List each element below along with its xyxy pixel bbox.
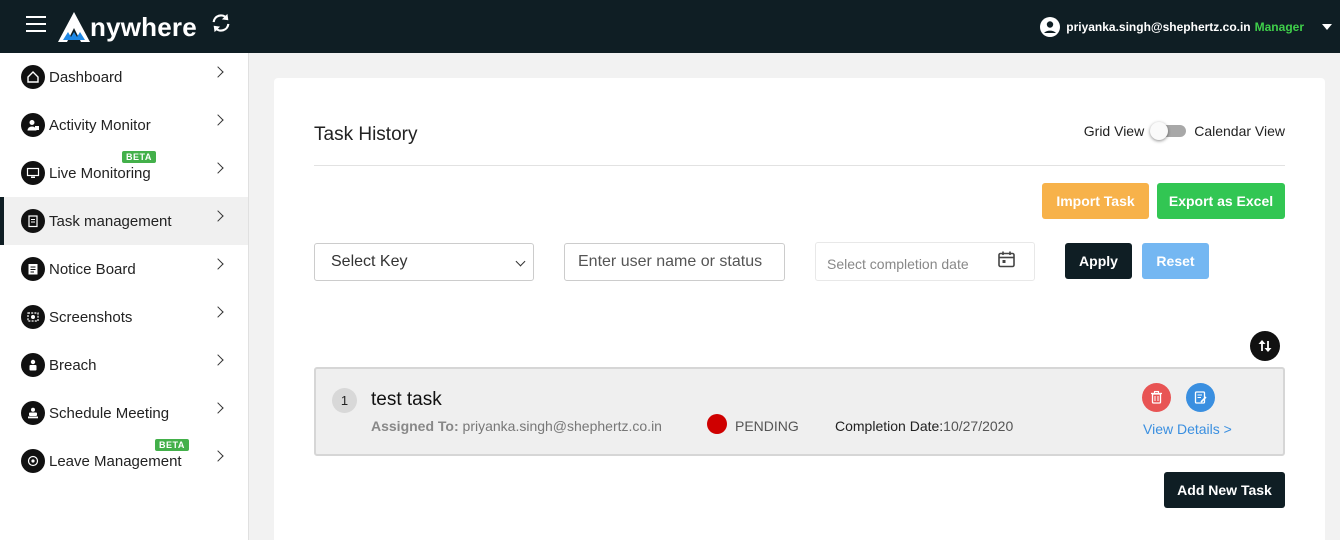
view-details-link[interactable]: View Details > [1143,421,1232,437]
sidebar-item-label: Leave Management [49,452,182,470]
user-email: priyanka.singh@shephertz.co.in [1066,19,1251,34]
chevron-right-icon [212,162,224,174]
live-monitor-icon [21,161,45,185]
sidebar-item-leave-management[interactable]: Leave Management BETA [0,437,248,485]
sort-icon[interactable] [1250,331,1280,361]
meeting-icon [21,401,45,425]
divider [314,165,1285,166]
sidebar-item-label: Live Monitoring [49,164,151,182]
reset-button[interactable]: Reset [1142,243,1209,279]
sidebar-item-breach[interactable]: Breach [0,341,248,389]
edit-icon[interactable] [1186,383,1215,412]
sidebar-item-task-management[interactable]: Task management [0,197,248,245]
completion-date-picker[interactable]: Select completion date [815,242,1035,281]
chevron-right-icon [212,114,224,126]
view-switch[interactable] [1150,122,1187,140]
trash-icon [1151,390,1162,404]
sidebar-item-notice-board[interactable]: Notice Board [0,245,248,293]
switch-thumb [1150,122,1169,140]
home-icon [21,65,45,89]
calendar-icon[interactable] [997,250,1016,269]
chevron-right-icon [212,450,224,462]
chevron-right-icon [212,306,224,318]
completion-date-value: 10/27/2020 [943,418,1014,434]
user-menu[interactable]: priyanka.singh@shephertz.co.in Manager [1040,0,1340,53]
select-key-value: Select Key [331,253,408,270]
chevron-right-icon [212,354,224,366]
sidebar-item-label: Activity Monitor [49,116,151,134]
add-new-task-button[interactable]: Add New Task [1164,472,1285,508]
app-logo: nywhere [57,4,197,44]
clipboard-icon [21,209,45,233]
assigned-label: Assigned To: [371,418,459,434]
chevron-right-icon [212,210,224,222]
calendar-view-label: Calendar View [1194,123,1285,139]
sidebar-item-label: Schedule Meeting [49,404,170,422]
assigned-email: priyanka.singh@shephertz.co.in [462,418,662,434]
sidebar-item-activity-monitor[interactable]: Activity Monitor [0,101,248,149]
menu-icon[interactable] [26,16,46,32]
top-bar: nywhere priyanka.singh@shephertz.co.in M… [0,0,1340,53]
chevron-right-icon [212,66,224,78]
swap-vertical-icon [1258,340,1272,352]
task-completion-date: Completion Date:10/27/2020 [835,418,1013,434]
beta-badge: BETA [155,439,189,451]
export-excel-button[interactable]: Export as Excel [1157,183,1285,219]
sidebar-item-label: Screenshots [49,308,133,326]
chevron-right-icon [212,402,224,414]
page-title: Task History [314,124,418,145]
sidebar-item-label: Task management [49,212,172,230]
sync-icon[interactable] [210,12,232,34]
task-number: 1 [332,388,357,413]
user-activity-icon [21,113,45,137]
date-placeholder: Select completion date [827,256,969,272]
leave-icon [21,449,45,473]
edit-note-icon [1194,391,1207,404]
import-task-button[interactable]: Import Task [1042,183,1149,219]
account-icon [1040,16,1061,37]
user-role: Manager [1254,19,1304,34]
grid-view-label: Grid View [1083,123,1145,139]
task-row: 1 test task Assigned To: priyanka.singh@… [314,367,1285,456]
sidebar-item-label: Notice Board [49,260,136,278]
apply-button[interactable]: Apply [1065,243,1132,279]
delete-icon[interactable] [1142,383,1171,412]
sidebar-item-label: Breach [49,356,97,374]
beta-badge: BETA [122,151,156,163]
chevron-down-icon [515,256,526,267]
sidebar-item-screenshots[interactable]: Screenshots [0,293,248,341]
sidebar-item-live-monitoring[interactable]: Live Monitoring BETA [0,149,248,197]
sidebar-item-label: Dashboard [49,68,123,86]
select-key-dropdown[interactable]: Select Key [314,243,534,281]
task-history-card: Task History Grid View Calendar View Imp… [274,78,1325,540]
view-toggle: Grid View Calendar View [1084,122,1285,140]
task-status: PENDING [735,418,799,434]
app-name: nywhere [90,12,197,42]
task-assignee: Assigned To: priyanka.singh@shephertz.co… [371,418,662,434]
task-title: test task [371,389,442,410]
notice-icon [21,257,45,281]
caret-down-icon[interactable] [1322,23,1332,30]
search-input[interactable] [564,243,785,281]
screenshot-icon [21,305,45,329]
completion-label: Completion Date: [835,418,944,434]
status-indicator [707,414,727,434]
logo-mark-icon [58,12,90,42]
chevron-right-icon [212,258,224,270]
sidebar: Dashboard Activity Monitor Live Monitori… [0,53,249,540]
sidebar-item-dashboard[interactable]: Dashboard [0,53,248,101]
sidebar-item-schedule-meeting[interactable]: Schedule Meeting [0,389,248,437]
breach-icon [21,353,45,377]
